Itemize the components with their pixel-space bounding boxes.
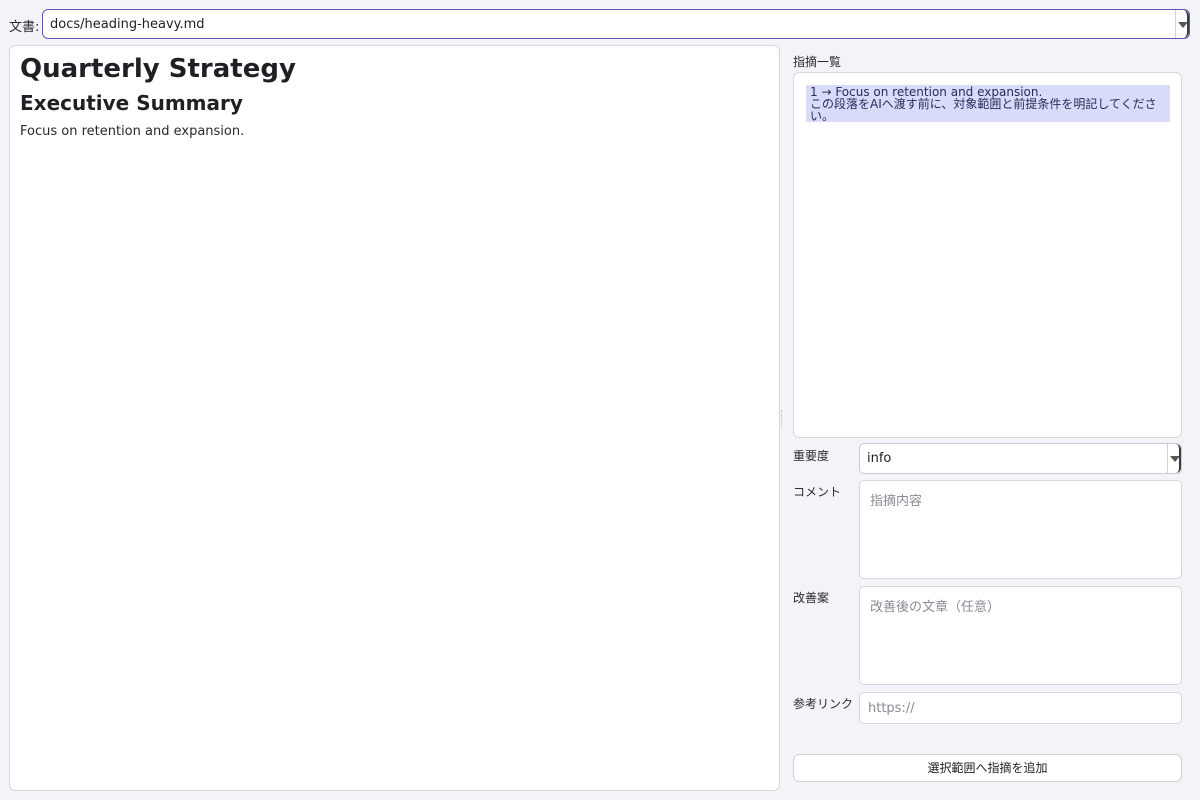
link-placeholder: https:// bbox=[868, 701, 915, 716]
comment-field[interactable]: 指摘内容 bbox=[859, 480, 1182, 579]
heading-1: Quarterly Strategy bbox=[20, 54, 296, 84]
comment-placeholder: 指摘内容 bbox=[870, 494, 923, 509]
suggestion-label: 改善案 bbox=[793, 591, 830, 605]
list-item[interactable]: 1 → Focus on retention and expansion. この… bbox=[806, 85, 1170, 122]
document-preview[interactable]: Quarterly Strategy Executive Summary Foc… bbox=[9, 45, 780, 791]
review-panel: 指摘一覧 1 → Focus on retention and expansio… bbox=[793, 45, 1183, 791]
severity-value: info bbox=[867, 451, 892, 466]
review-list[interactable]: 1 → Focus on retention and expansion. この… bbox=[793, 72, 1182, 438]
heading-2: Executive Summary bbox=[20, 91, 243, 115]
pane-splitter[interactable] bbox=[781, 410, 784, 426]
severity-select[interactable]: info bbox=[859, 443, 1182, 474]
link-field[interactable]: https:// bbox=[859, 692, 1182, 724]
chevron-down-icon bbox=[1170, 456, 1180, 462]
comment-label: コメント bbox=[793, 485, 842, 499]
chevron-down-icon bbox=[1178, 22, 1188, 28]
suggestion-field[interactable]: 改善後の文章（任意） bbox=[859, 586, 1182, 685]
review-list-label: 指摘一覧 bbox=[793, 55, 842, 69]
add-review-button[interactable]: 選択範囲へ指摘を追加 bbox=[793, 754, 1182, 782]
document-label: 文書: bbox=[9, 20, 40, 35]
severity-label: 重要度 bbox=[793, 449, 830, 463]
link-label: 参考リンク bbox=[793, 697, 854, 711]
document-select-arrow[interactable] bbox=[1175, 10, 1189, 38]
severity-select-arrow[interactable] bbox=[1167, 444, 1181, 473]
document-select[interactable]: docs/heading-heavy.md bbox=[42, 9, 1190, 39]
list-item-comment: この段落をAIへ渡す前に、対象範囲と前提条件を明記してください。 bbox=[810, 97, 1157, 123]
suggestion-placeholder: 改善後の文章（任意） bbox=[870, 600, 1001, 615]
document-bar: 文書: docs/heading-heavy.md bbox=[0, 0, 1200, 44]
paragraph[interactable]: Focus on retention and expansion. bbox=[20, 124, 244, 139]
document-select-value: docs/heading-heavy.md bbox=[50, 17, 205, 32]
